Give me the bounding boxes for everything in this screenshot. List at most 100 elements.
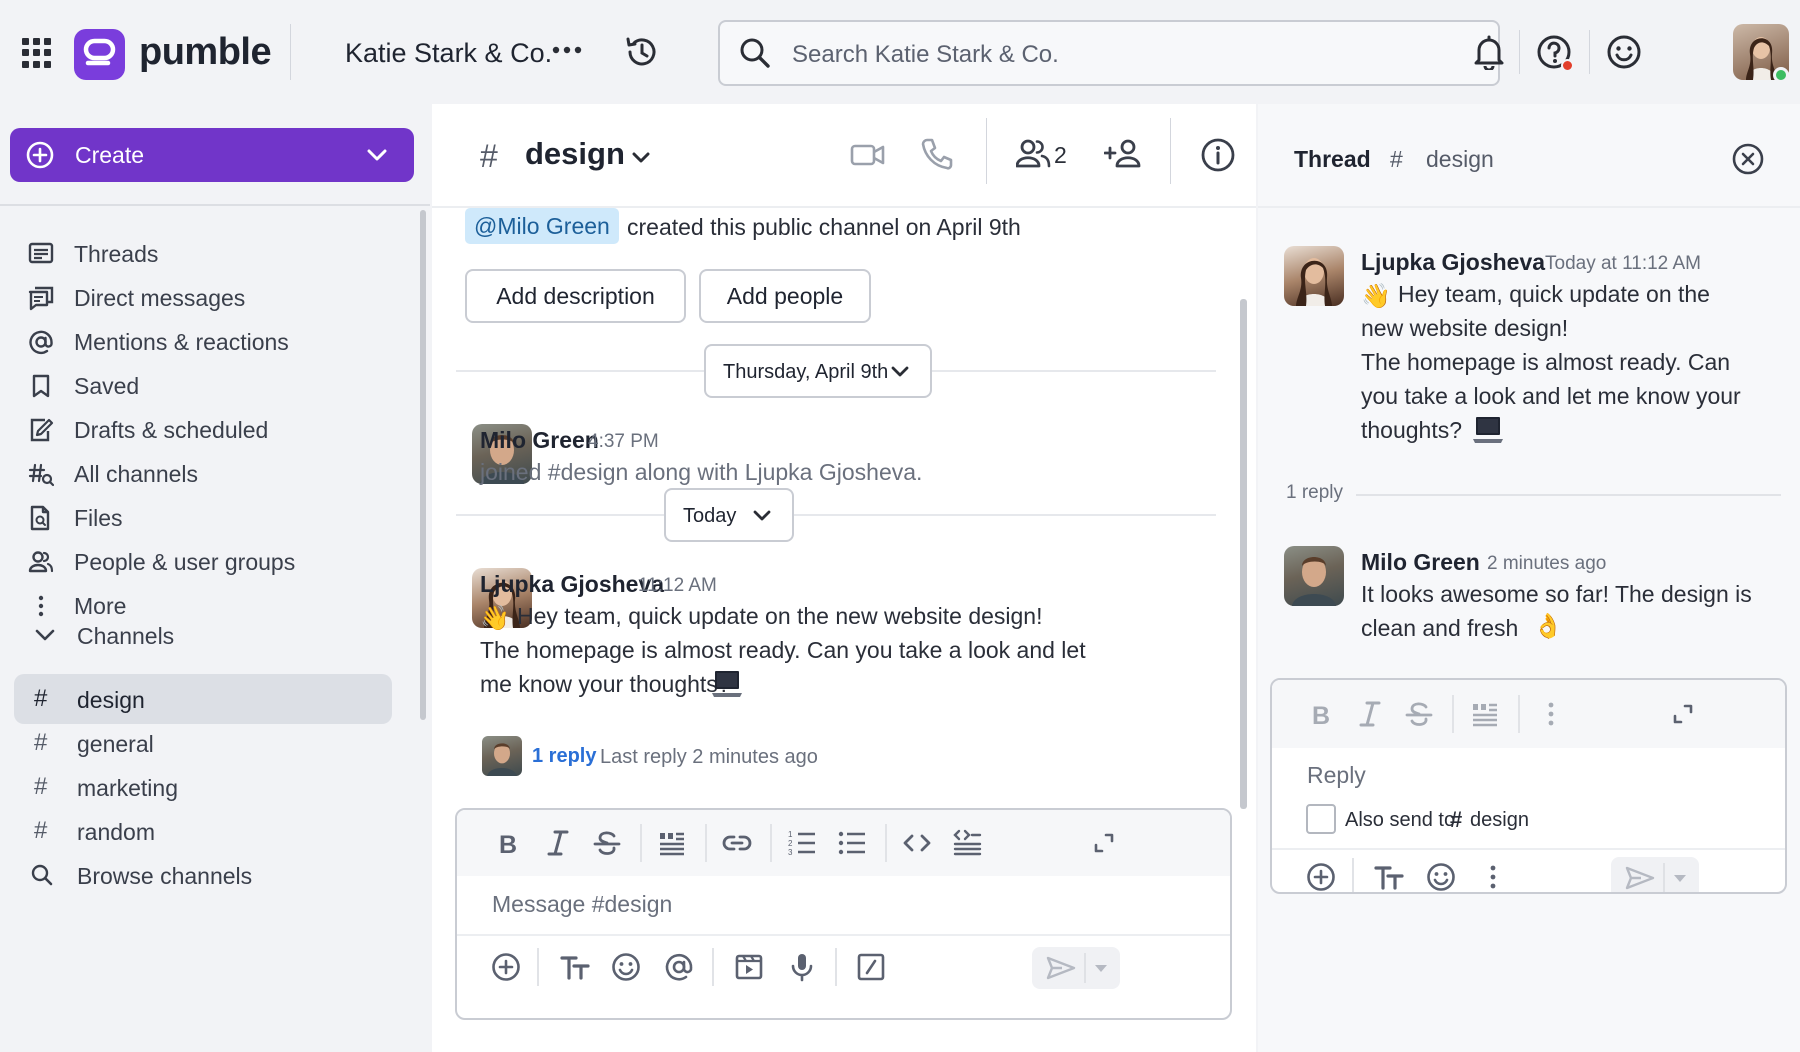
also-send-checkbox[interactable] [1306,804,1336,834]
bullet-list-icon[interactable] [837,828,867,858]
message-author[interactable]: Milo Green [1361,549,1480,576]
sidebar-channel-random[interactable]: # random [14,806,392,856]
sidebar-item-drafts[interactable]: Drafts & scheduled [0,407,400,451]
link-icon[interactable] [722,828,752,858]
slash-command-icon[interactable] [856,952,886,982]
bold-icon[interactable]: B [1306,699,1336,729]
channels-section-header[interactable]: Channels [0,613,400,657]
message-input[interactable]: Message #design [492,891,672,918]
mention-icon[interactable] [664,952,694,982]
schedule-chevron-icon[interactable] [1673,874,1687,883]
divider [457,934,1230,936]
text-format-icon[interactable] [1374,862,1404,892]
last-reply-text: Last reply 2 minutes ago [600,746,818,768]
reply-composer: B Reply Also send to # design [1270,678,1787,894]
thread-channel-name[interactable]: design [1426,146,1494,173]
sidebar-browse-channels[interactable]: Browse channels [14,850,392,900]
date-jump-button[interactable]: Today [664,488,794,542]
sidebar-item-people[interactable]: People & user groups [0,539,400,583]
sidebar-channel-marketing[interactable]: # marketing [14,762,392,812]
emoji-icon[interactable] [1426,862,1456,892]
sidebar-item-all-channels[interactable]: All channels [0,451,400,495]
create-button[interactable]: Create [10,128,414,182]
search-input[interactable]: Search Katie Stark & Co. [718,20,1500,86]
video-call-icon[interactable] [850,140,886,170]
bold-icon[interactable]: B [493,828,523,858]
divider [1170,118,1171,184]
sidebar-channel-design[interactable]: # design [14,674,392,724]
creator-mention[interactable]: @Milo Green [465,208,619,244]
divider [770,824,772,862]
quote-icon[interactable] [1470,699,1500,729]
divider [290,24,291,80]
more-vertical-icon[interactable] [1478,862,1508,892]
workspace-name[interactable]: Katie Stark & Co. [345,38,552,69]
chevron-down-icon [366,147,388,163]
thread-reply-link[interactable]: 1 reply [532,745,596,768]
expand-icon[interactable] [1668,699,1698,729]
members-icon[interactable] [1016,138,1052,170]
add-user-icon[interactable] [1104,138,1142,170]
message-time: Today at 11:12 AM [1545,253,1701,274]
divider [1272,848,1785,850]
message-author[interactable]: Milo Green [480,427,599,454]
divider [1518,695,1520,733]
message-text: It looks awesome so far! The design is [1361,581,1752,607]
avatar[interactable] [1284,546,1344,606]
sidebar-scrollbar[interactable] [420,210,426,720]
reply-count: 1 reply [1286,482,1344,503]
microphone-icon[interactable] [787,952,817,982]
expand-icon[interactable] [1089,828,1119,858]
message-author[interactable]: Ljupka Gjosheva [480,571,664,598]
help-notification-dot [1561,59,1574,72]
channel-name: marketing [77,775,178,801]
message-text: clean and fresh [1361,615,1519,641]
plus-circle-icon[interactable] [1306,862,1336,892]
quote-icon[interactable] [657,828,687,858]
send-icon[interactable] [1625,865,1655,891]
italic-icon[interactable] [543,828,573,858]
sidebar-item-files[interactable]: Files [0,495,400,539]
message-author[interactable]: Ljupka Gjosheva [1361,249,1545,276]
workspace-more-icon[interactable] [552,44,582,56]
close-icon[interactable] [1732,143,1764,175]
sidebar-item-mentions[interactable]: Mentions & reactions [0,319,400,363]
sidebar-item-saved[interactable]: Saved [0,363,400,407]
add-description-button[interactable]: Add description [465,269,686,323]
sidebar-item-label: Direct messages [74,285,246,311]
sidebar-item-threads[interactable]: Threads [0,231,400,275]
reply-input[interactable]: Reply [1307,762,1366,789]
svg-text:1: 1 [788,830,793,839]
history-icon[interactable] [624,34,660,70]
code-icon[interactable] [902,828,932,858]
numbered-list-icon[interactable]: 123 [787,828,817,858]
bell-icon[interactable] [1473,34,1505,70]
chevron-down-icon[interactable] [631,151,651,165]
add-people-button[interactable]: Add people [699,269,871,323]
channel-title[interactable]: design [525,136,625,172]
send-icon[interactable] [1046,955,1076,981]
avatar[interactable] [1284,246,1344,306]
sidebar-item-direct-messages[interactable]: Direct messages [0,275,400,319]
emoji-icon[interactable] [611,952,641,982]
schedule-chevron-icon[interactable] [1094,964,1108,973]
strikethrough-icon[interactable] [1404,699,1434,729]
at-icon [28,329,54,355]
italic-icon[interactable] [1355,699,1385,729]
strikethrough-icon[interactable] [592,828,622,858]
more-vertical-icon[interactable] [1536,699,1566,729]
date-jump-button[interactable]: Thursday, April 9th [704,344,932,398]
app-grid-icon[interactable] [22,38,52,68]
video-clip-icon[interactable] [734,952,764,982]
sidebar-channel-general[interactable]: # general [14,718,392,768]
member-count[interactable]: 2 [1054,142,1067,169]
info-icon[interactable] [1200,137,1236,173]
code-block-icon[interactable] [952,828,982,858]
thread-panel: Thread # design Ljupka Gjosheva Today at… [1258,104,1800,1052]
plus-circle-icon[interactable] [491,952,521,982]
phone-call-icon[interactable] [920,137,954,171]
text-format-icon[interactable] [560,952,590,982]
sidebar-item-label: Files [74,505,123,531]
status-smiley-icon[interactable] [1606,34,1642,70]
channel-scrollbar[interactable] [1240,299,1247,809]
